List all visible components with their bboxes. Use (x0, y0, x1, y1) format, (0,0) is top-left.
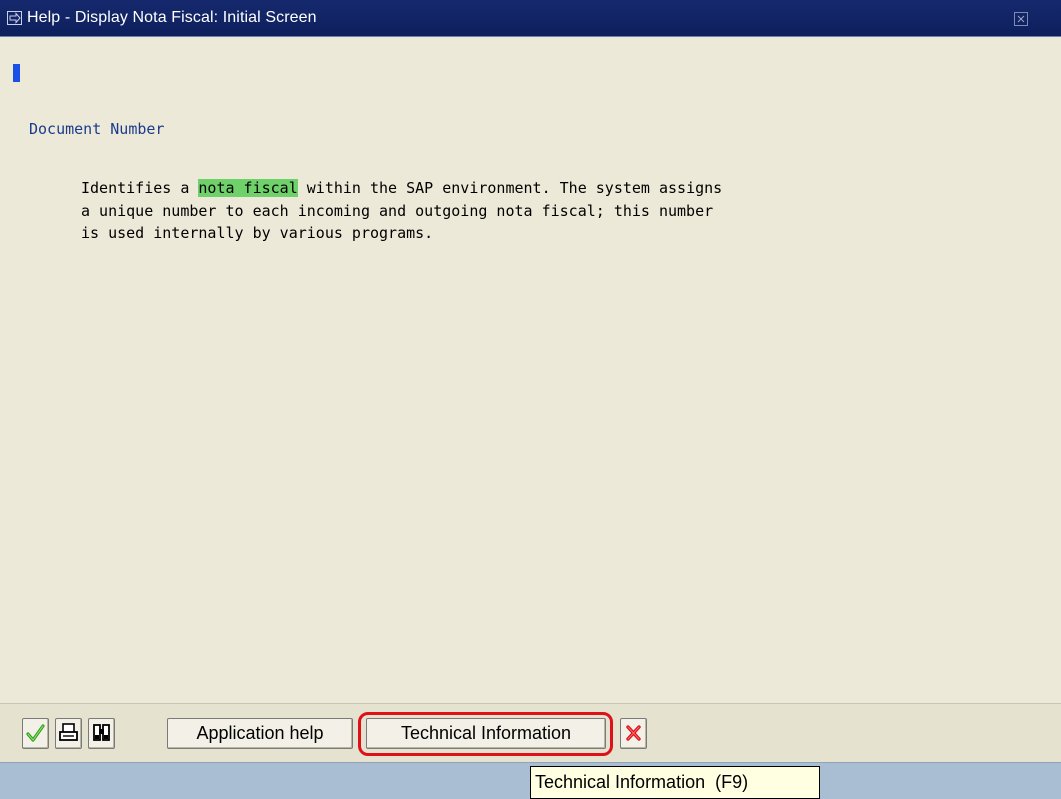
application-help-button[interactable]: Application help (167, 718, 353, 749)
binoculars-icon (93, 724, 110, 741)
window-title: Help - Display Nota Fiscal: Initial Scre… (27, 9, 317, 26)
printer-icon (59, 723, 78, 741)
find-button[interactable] (88, 718, 115, 749)
tooltip: Technical Information (F9) (530, 766, 820, 799)
help-toolbar: Application help Technical Information (0, 703, 1061, 762)
search-highlight: nota fiscal (198, 179, 298, 197)
document-body: Identifies a nota fiscal within the SAP … (81, 177, 1041, 245)
body-prefix: Identifies a (81, 179, 199, 197)
cancel-button[interactable] (620, 718, 647, 749)
checkmark-icon (26, 724, 45, 742)
cancel-x-icon (626, 725, 641, 741)
help-arrow-icon (7, 11, 22, 25)
text-cursor (13, 64, 20, 82)
window-titlebar: Help - Display Nota Fiscal: Initial Scre… (0, 0, 1061, 37)
close-box-icon[interactable] (1014, 12, 1028, 26)
technical-information-highlight (358, 712, 613, 756)
continue-button[interactable] (22, 718, 49, 749)
help-content-area: Document Number Identifies a nota fiscal… (0, 37, 1061, 703)
document-heading: Document Number (29, 120, 165, 138)
print-button[interactable] (55, 718, 82, 749)
